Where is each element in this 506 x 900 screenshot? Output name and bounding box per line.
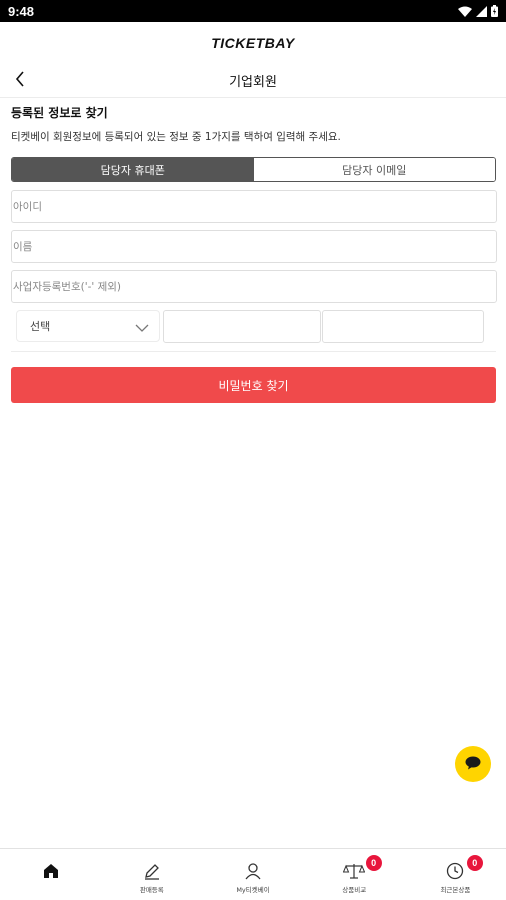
logo-bar: TICKETBAY	[0, 22, 506, 64]
nav-my-ticketbay-label: My티켓베이	[236, 886, 270, 894]
tab-manager-phone[interactable]: 담당자 휴대폰	[12, 158, 254, 181]
chat-button[interactable]	[455, 746, 491, 782]
clock-icon	[446, 861, 464, 881]
phone-prefix-value: 선택	[30, 320, 51, 333]
scale-icon	[343, 861, 366, 881]
page-header: 기업회원	[0, 64, 506, 98]
business-number-placeholder: 사업자등록번호('-' 제외)	[13, 281, 122, 293]
tab-manager-email[interactable]: 담당자 이메일	[253, 158, 495, 181]
section-description: 티켓베이 회원정보에 등록되어 있는 정보 중 1가지를 택하여 입력해 주세요…	[11, 131, 341, 143]
signal-icon	[476, 5, 487, 17]
status-icons	[458, 5, 498, 17]
chevron-left-icon	[15, 71, 25, 91]
chevron-down-icon	[135, 317, 149, 336]
phone-prefix-select[interactable]: 선택	[16, 310, 160, 342]
battery-icon	[491, 5, 498, 17]
nav-recent[interactable]: 최근본상품 0	[405, 849, 506, 900]
nav-sell-register-label: 판매등록	[139, 886, 164, 894]
id-input[interactable]: 아이디	[11, 190, 497, 223]
find-password-button[interactable]: 비밀번호 찾기	[11, 367, 496, 403]
phone-middle-input[interactable]	[163, 310, 321, 343]
nav-compare-label: 상품비교	[342, 886, 367, 894]
nav-recent-label: 최근본상품	[440, 886, 471, 894]
name-placeholder: 이름	[13, 241, 33, 253]
business-number-input[interactable]: 사업자등록번호('-' 제외)	[11, 270, 497, 303]
status-time: 9:48	[8, 3, 35, 19]
nav-home[interactable]	[0, 849, 101, 900]
pencil-icon	[143, 861, 161, 881]
id-placeholder: 아이디	[13, 201, 42, 213]
nav-my-ticketbay[interactable]: My티켓베이	[202, 849, 303, 900]
nav-sell-register[interactable]: 판매등록	[101, 849, 202, 900]
find-method-tabs: 담당자 휴대폰 담당자 이메일	[11, 157, 496, 182]
nav-compare[interactable]: 상품비교 0	[304, 849, 405, 900]
section-title: 등록된 정보로 찾기	[11, 106, 108, 120]
home-icon	[42, 861, 60, 881]
page-title: 기업회원	[229, 75, 277, 90]
name-input[interactable]: 이름	[11, 230, 497, 263]
status-bar: 9:48	[0, 0, 506, 22]
person-icon	[244, 861, 262, 881]
wifi-icon	[458, 6, 472, 17]
bottom-nav: 판매등록 My티켓베이 상품비교 0 최근본상품 0	[0, 848, 506, 900]
chat-bubble-icon	[465, 755, 481, 774]
compare-count-badge: 0	[365, 855, 382, 871]
form-divider	[11, 351, 496, 352]
ticketbay-logo: TICKETBAY	[211, 35, 295, 51]
back-button[interactable]	[8, 69, 32, 93]
phone-last-input[interactable]	[322, 310, 484, 343]
recent-count-badge: 0	[466, 855, 483, 871]
